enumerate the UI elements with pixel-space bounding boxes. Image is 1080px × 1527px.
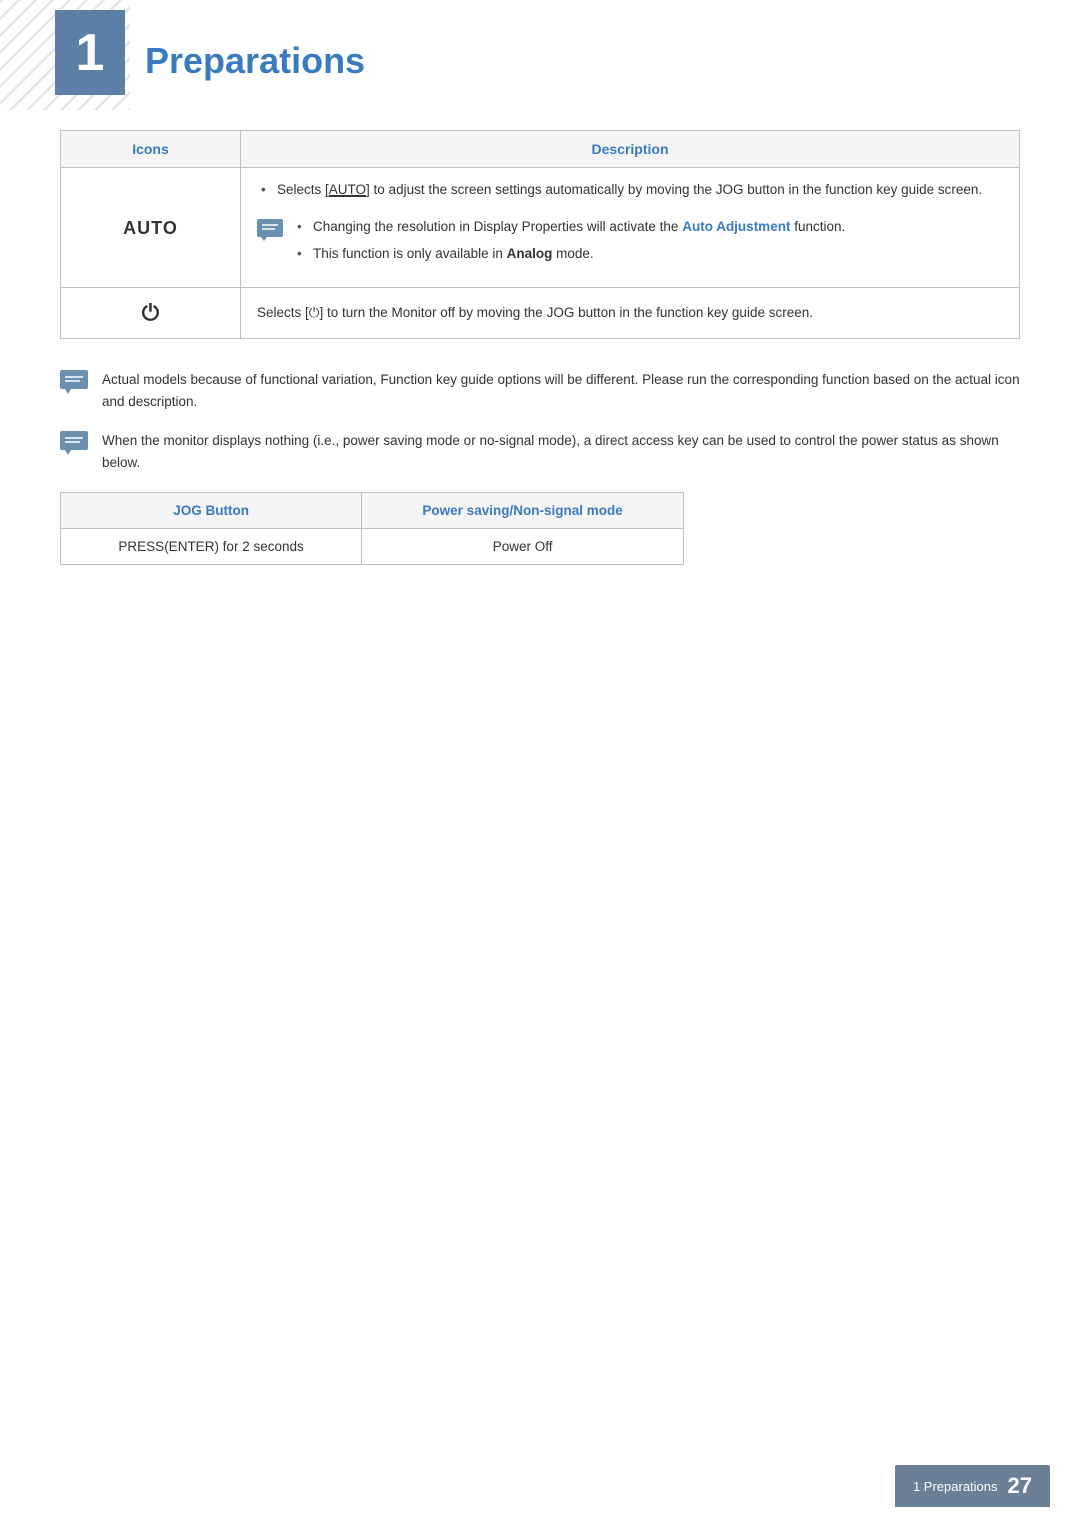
power-desc-cell: Selects [⏻] to turn the Monitor off by m…: [241, 287, 1020, 338]
auto-adjustment-label: Auto Adjustment: [682, 219, 790, 234]
chapter-number: 1: [76, 27, 105, 79]
auto-bullet-2: Changing the resolution in Display Prope…: [293, 217, 1003, 238]
note-block-1: Actual models because of functional vari…: [60, 369, 1020, 413]
footer-tab: 1 Preparations 27: [895, 1465, 1050, 1507]
jog-power-table: JOG Button Power saving/Non-signal mode …: [60, 492, 684, 565]
auto-bullet-1: Selects [AUTO] to adjust the screen sett…: [257, 180, 1003, 201]
footer-chapter-label: 1 Preparations: [913, 1479, 998, 1494]
table-row-power: ⏻ Selects [⏻] to turn the Monitor off by…: [61, 287, 1020, 338]
jog-value: PRESS(ENTER) for 2 seconds: [61, 529, 362, 565]
note-block-2: When the monitor displays nothing (i.e.,…: [60, 430, 1020, 474]
auto-text: AUTO: [123, 218, 178, 238]
footer-page-number: 27: [1008, 1473, 1032, 1499]
note-icon-1: [60, 370, 88, 397]
col-power-saving: Power saving/Non-signal mode: [362, 493, 684, 529]
analog-label: Analog: [507, 246, 553, 261]
chapter-box: 1: [55, 10, 125, 95]
note-text-2: When the monitor displays nothing (i.e.,…: [102, 430, 1020, 474]
table-row-press-enter: PRESS(ENTER) for 2 seconds Power Off: [61, 529, 684, 565]
note-icon-2: [60, 431, 88, 458]
subnote-icon: [257, 219, 283, 248]
footer: 1 Preparations 27: [0, 1465, 1080, 1507]
note-text-1: Actual models because of functional vari…: [102, 369, 1020, 413]
col-jog-button: JOG Button: [61, 493, 362, 529]
main-content: Icons Description AUTO Selects [AUTO] to…: [60, 130, 1020, 565]
auto-desc-cell: Selects [AUTO] to adjust the screen sett…: [241, 168, 1020, 288]
auto-bullet-3: This function is only available in Analo…: [293, 244, 1003, 265]
power-value: Power Off: [362, 529, 684, 565]
power-description: Selects [⏻] to turn the Monitor off by m…: [257, 305, 813, 320]
auto-label-inline: AUTO: [329, 182, 366, 197]
col-header-icons: Icons: [61, 131, 241, 168]
table-row-auto: AUTO Selects [AUTO] to adjust the screen…: [61, 168, 1020, 288]
col-header-description: Description: [241, 131, 1020, 168]
power-icon-cell: ⏻: [61, 287, 241, 338]
chapter-title: Preparations: [145, 40, 365, 82]
icons-description-table: Icons Description AUTO Selects [AUTO] to…: [60, 130, 1020, 339]
power-symbol: ⏻: [142, 300, 159, 325]
auto-icon-cell: AUTO: [61, 168, 241, 288]
